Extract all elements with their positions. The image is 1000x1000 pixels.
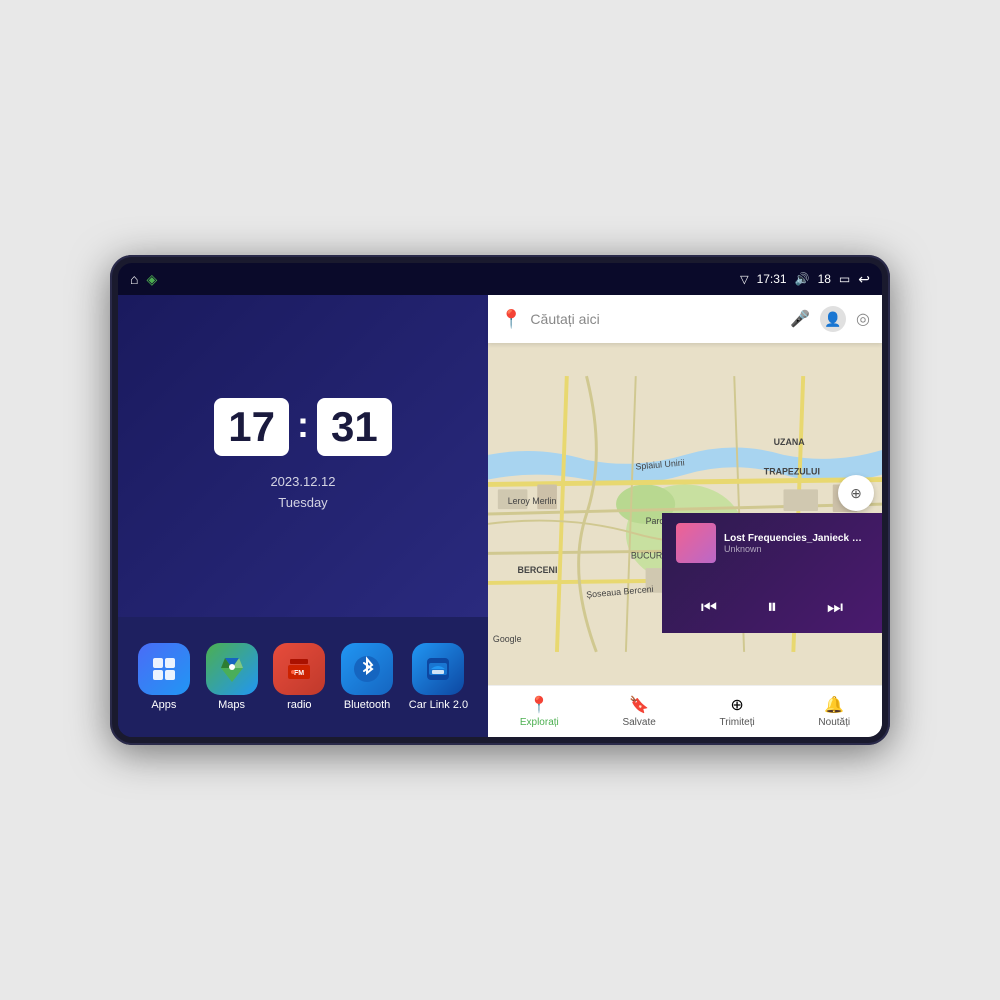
map-nav-share[interactable]: ⊕ Trimiteți	[708, 691, 767, 732]
status-left-icons: ⌂ ◈	[130, 271, 157, 288]
svg-text:Google: Google	[493, 634, 522, 644]
share-icon: ⊕	[730, 695, 743, 715]
date-display: 2023.12.12 Tuesday	[270, 472, 335, 514]
more-icon[interactable]: ◎	[856, 309, 870, 329]
radio-label: radio	[287, 699, 311, 711]
device-frame: ⌂ ◈ ▽ 17:31 🔊 18 ▭ ↩ 17 :	[110, 255, 890, 745]
mic-icon[interactable]: 🎤	[790, 309, 810, 329]
album-art	[676, 523, 716, 563]
clock-hour: 17	[214, 398, 289, 456]
bluetooth-icon	[341, 643, 393, 695]
map-bottom-nav: 📍 Explorați 🔖 Salvate ⊕ Trimiteți 🔔 Nout…	[488, 685, 882, 737]
clock-minute: 31	[317, 398, 392, 456]
status-right: ▽ 17:31 🔊 18 ▭ ↩	[740, 271, 870, 288]
app-item-bluetooth[interactable]: Bluetooth	[341, 643, 393, 711]
music-info: Lost Frequencies_Janieck Devy-... Unknow…	[676, 523, 868, 563]
map-layers-btn[interactable]: ⊕	[838, 475, 874, 511]
map-background: UZANA TRAPEZULUI BUCUREȘTI JUDEȚUL ILFOV…	[488, 343, 882, 685]
signal-icon: ▽	[740, 273, 748, 286]
map-nav-explore[interactable]: 📍 Explorați	[508, 691, 571, 732]
bluetooth-label: Bluetooth	[344, 699, 390, 711]
date-value: 2023.12.12	[270, 472, 335, 493]
svg-text:FM: FM	[294, 670, 304, 677]
clock-widget: 17 : 31 2023.12.12 Tuesday	[118, 295, 488, 617]
back-icon[interactable]: ↩	[858, 271, 870, 288]
svg-text:Leroy Merlin: Leroy Merlin	[508, 496, 557, 506]
app-item-carlink[interactable]: Car Link 2.0	[409, 643, 468, 711]
user-icon[interactable]: 👤	[820, 306, 846, 332]
play-pause-button[interactable]: ⏸	[763, 592, 781, 623]
news-label: Noutăți	[818, 717, 850, 728]
music-controls: ⏮ ⏸ ⏭	[676, 588, 868, 623]
share-label: Trimiteți	[720, 717, 755, 728]
map-pin-icon: 📍	[500, 309, 522, 330]
carlink-icon	[412, 643, 464, 695]
explore-label: Explorați	[520, 717, 559, 728]
apps-label: Apps	[151, 699, 176, 711]
map-nav-saved[interactable]: 🔖 Salvate	[610, 691, 667, 732]
svg-text:BERCENI: BERCENI	[518, 565, 558, 575]
map-search-actions: 🎤 👤 ◎	[790, 306, 870, 332]
device-screen: ⌂ ◈ ▽ 17:31 🔊 18 ▭ ↩ 17 :	[118, 263, 882, 737]
radio-icon: FM	[273, 643, 325, 695]
maps-label: Maps	[218, 699, 245, 711]
battery-icon: ▭	[839, 272, 850, 286]
app-item-radio[interactable]: FM radio	[273, 643, 325, 711]
home-icon[interactable]: ⌂	[130, 271, 138, 287]
saved-icon: 🔖	[629, 695, 649, 715]
prev-button[interactable]: ⏮	[697, 593, 721, 622]
map-area[interactable]: UZANA TRAPEZULUI BUCUREȘTI JUDEȚUL ILFOV…	[488, 343, 882, 685]
saved-label: Salvate	[622, 717, 655, 728]
next-button[interactable]: ⏭	[823, 593, 847, 622]
status-bar: ⌂ ◈ ▽ 17:31 🔊 18 ▭ ↩	[118, 263, 882, 295]
music-artist: Unknown	[724, 544, 868, 554]
right-panel: 📍 Căutați aici 🎤 👤 ◎	[488, 295, 882, 737]
app-item-apps[interactable]: Apps	[138, 643, 190, 711]
maps-icon	[206, 643, 258, 695]
map-search-text[interactable]: Căutați aici	[530, 311, 782, 327]
left-panel: 17 : 31 2023.12.12 Tuesday	[118, 295, 488, 737]
main-content: 17 : 31 2023.12.12 Tuesday	[118, 295, 882, 737]
news-icon: 🔔	[824, 695, 844, 715]
apps-bar: Apps Maps	[118, 617, 488, 737]
app-item-maps[interactable]: Maps	[206, 643, 258, 711]
music-text: Lost Frequencies_Janieck Devy-... Unknow…	[724, 533, 868, 554]
svg-text:TRAPEZULUI: TRAPEZULUI	[764, 467, 820, 477]
carlink-label: Car Link 2.0	[409, 699, 468, 711]
battery-level: 18	[818, 272, 831, 286]
clock-display: 17 : 31	[214, 398, 391, 456]
maps-status-icon[interactable]: ◈	[146, 271, 157, 288]
music-title: Lost Frequencies_Janieck Devy-...	[724, 533, 868, 544]
map-nav-news[interactable]: 🔔 Noutăți	[806, 691, 862, 732]
music-player: Lost Frequencies_Janieck Devy-... Unknow…	[662, 513, 882, 633]
svg-text:UZANA: UZANA	[774, 437, 806, 447]
day-value: Tuesday	[270, 493, 335, 514]
apps-icon	[138, 643, 190, 695]
volume-icon: 🔊	[795, 272, 810, 286]
map-search-bar: 📍 Căutați aici 🎤 👤 ◎	[488, 295, 882, 343]
music-thumbnail	[676, 523, 716, 563]
explore-icon: 📍	[529, 695, 549, 715]
status-time: 17:31	[757, 272, 787, 286]
clock-colon: :	[297, 404, 309, 446]
